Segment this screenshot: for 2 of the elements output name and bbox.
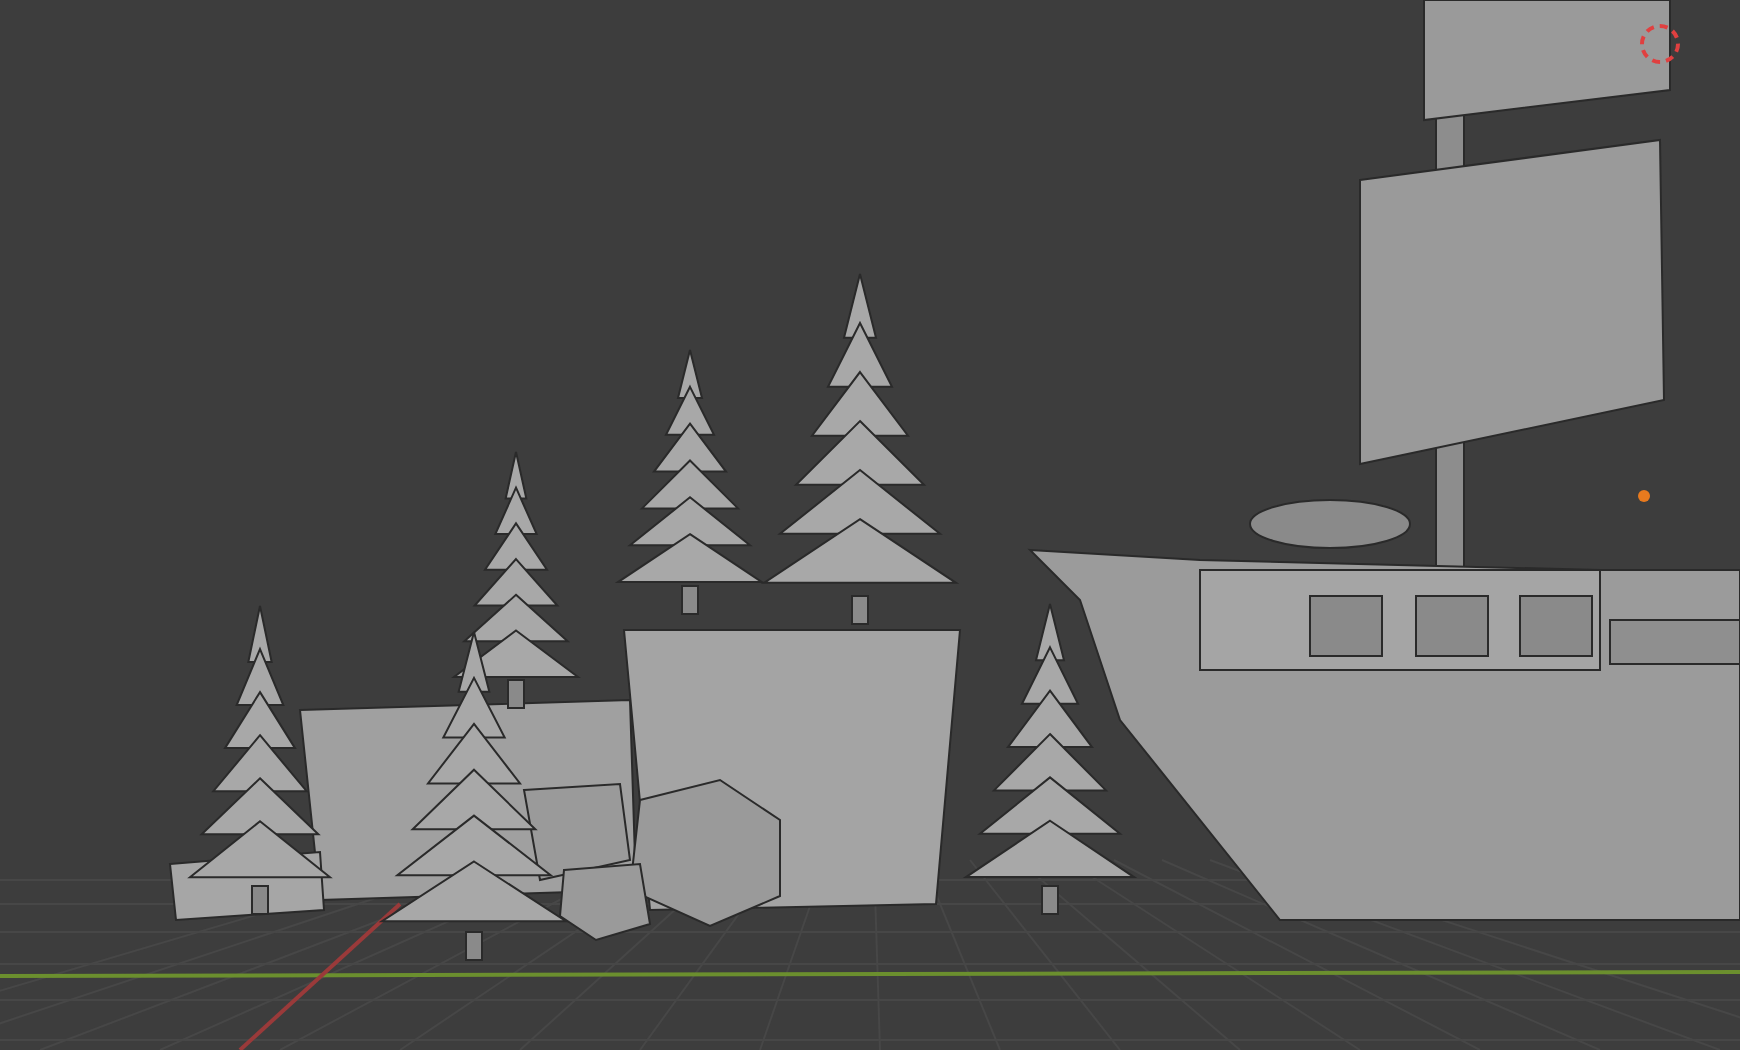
cursor-icon	[1640, 24, 1680, 64]
origin-dot-icon	[1638, 490, 1650, 502]
